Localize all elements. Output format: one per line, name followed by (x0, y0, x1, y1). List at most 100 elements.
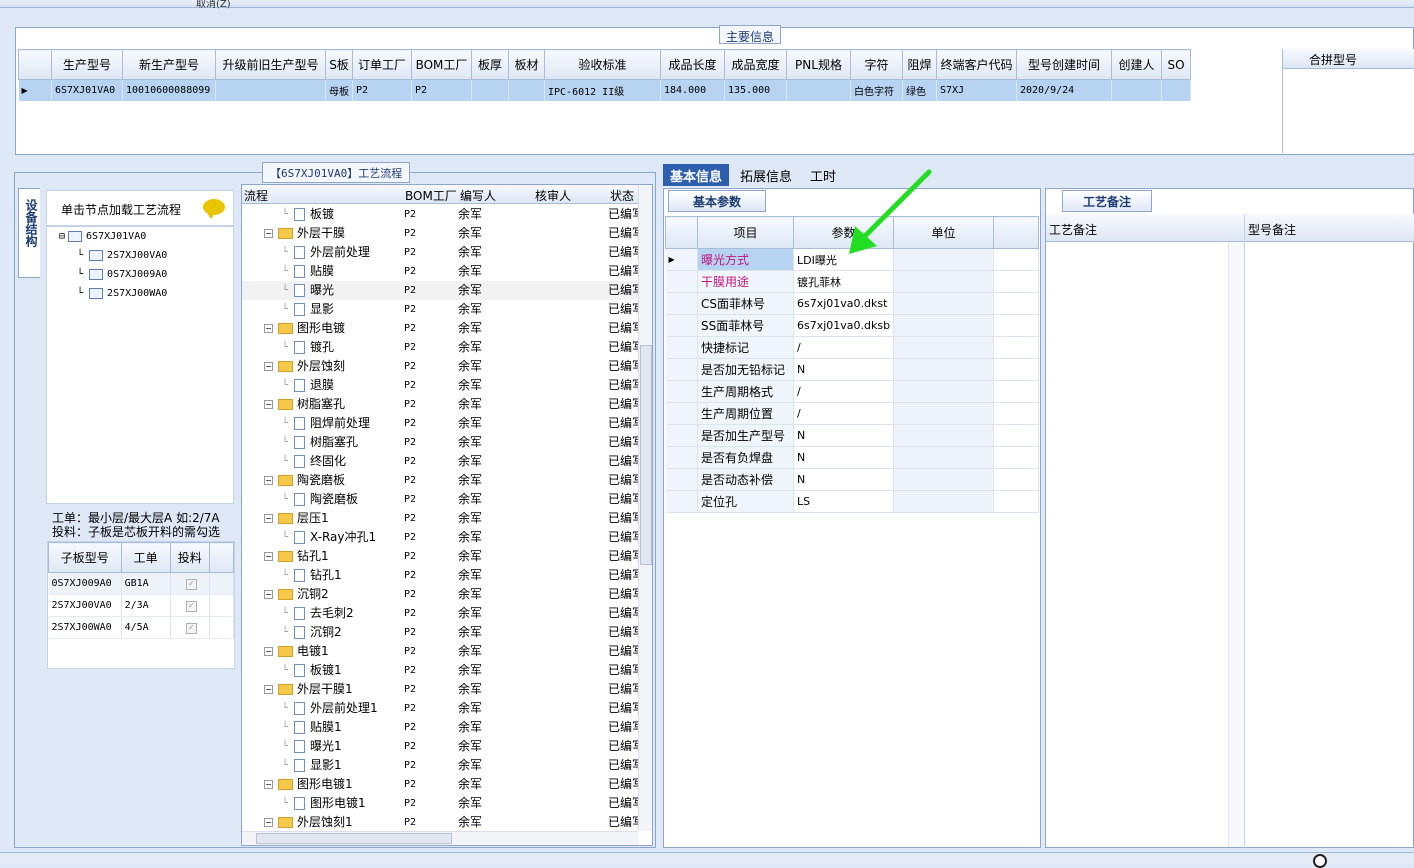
tab-basic-info[interactable]: 基本信息 (663, 164, 730, 186)
prod-cell[interactable]: 绿色 (902, 79, 937, 101)
prod-col-header[interactable]: 成品长度 (660, 49, 725, 80)
table-row[interactable]: 是否有负焊盘 N (665, 446, 1039, 469)
prod-cell[interactable]: 10010600088099 (122, 79, 216, 101)
collapse-icon[interactable]: − (264, 324, 273, 333)
collapse-icon[interactable]: − (264, 362, 273, 371)
table-row[interactable]: 是否加生产型号 N (665, 424, 1039, 447)
vertical-scroll-thumb[interactable] (640, 345, 652, 565)
flow-row[interactable]: └ 曝光1 P2 余军 已编写 (242, 737, 644, 756)
prod-col-header[interactable]: 板厚 (471, 49, 509, 80)
sub-check-cell[interactable]: ✓ (170, 572, 210, 595)
prod-cell[interactable] (215, 79, 326, 101)
param-value-cell[interactable]: N (793, 446, 894, 469)
prod-col-header[interactable]: 成品宽度 (724, 49, 787, 80)
sub-order-cell[interactable]: 2/3A (121, 594, 171, 617)
param-value-cell[interactable]: / (793, 336, 894, 359)
table-row[interactable]: ▶ 6S7XJ01VA0 10010600088099 母板 P2 P2 IPC-6012 … (18, 79, 1191, 101)
prod-cell[interactable]: P2 (352, 79, 412, 101)
cancel-button[interactable]: 取消(Z) (196, 0, 231, 10)
flow-row[interactable]: └ 贴膜1 P2 余军 已编写 (242, 718, 644, 737)
prod-cell[interactable]: IPC-6012 II级 (544, 79, 661, 101)
prod-col-header[interactable]: 创建人 (1111, 49, 1162, 80)
param-unit-cell[interactable] (893, 490, 994, 513)
table-row[interactable]: 是否动态补偿 N (665, 468, 1039, 491)
flow-row[interactable]: └ 显影 P2 余军 已编写 (242, 300, 644, 319)
collapse-icon[interactable]: − (264, 590, 273, 599)
collapse-icon[interactable]: − (264, 685, 273, 694)
flow-row[interactable]: └ 外层前处理 P2 余军 已编写 (242, 243, 644, 262)
param-value-cell[interactable]: 6s7xj01va0.dkst (793, 292, 894, 315)
flow-row[interactable]: └ 终固化 P2 余军 已编写 (242, 452, 644, 471)
prod-col-header[interactable]: 生产型号 (51, 49, 123, 80)
prod-col-header[interactable]: 升级前旧生产型号 (215, 49, 326, 80)
table-row[interactable]: 2S7XJ00WA0 4/5A ✓ (48, 616, 235, 639)
sub-order-cell[interactable]: GB1A (121, 572, 171, 595)
param-unit-cell[interactable] (893, 336, 994, 359)
flow-row[interactable]: − 外层干膜1 P2 余军 已编写 (242, 680, 644, 699)
sub-order-cell[interactable]: 4/5A (121, 616, 171, 639)
tree-child-node[interactable]: └ 2S7XJ00VA0 (77, 248, 167, 264)
collapse-icon[interactable]: − (264, 552, 273, 561)
flow-row[interactable]: └ 贴膜 P2 余军 已编写 (242, 262, 644, 281)
prod-col-header[interactable]: 新生产型号 (122, 49, 216, 80)
flow-row[interactable]: − 层压1 P2 余军 已编写 (242, 509, 644, 528)
flow-row[interactable]: − 钻孔1 P2 余军 已编写 (242, 547, 644, 566)
flow-row[interactable]: − 电镀1 P2 余军 已编写 (242, 642, 644, 661)
prod-col-header[interactable]: 验收标准 (544, 49, 661, 80)
tree-root-node[interactable]: ⊟ 6S7XJ01VA0 (59, 229, 146, 245)
param-value-cell[interactable]: 镀孔菲林 (793, 270, 894, 293)
horizontal-scroll-thumb[interactable] (256, 833, 452, 844)
prod-cell[interactable]: 白色字符 (850, 79, 903, 101)
param-value-cell[interactable]: 6s7xj01va0.dksb (793, 314, 894, 337)
flow-row[interactable]: └ 图形电镀1 P2 余军 已编写 (242, 794, 644, 813)
table-row[interactable]: 是否加无铅标记 N (665, 358, 1039, 381)
param-unit-cell[interactable] (893, 358, 994, 381)
sub-model-cell[interactable]: 2S7XJ00VA0 (48, 594, 122, 617)
flow-row[interactable]: └ 显影1 P2 余军 已编写 (242, 756, 644, 775)
prod-col-header[interactable]: 板材 (508, 49, 545, 80)
flow-row[interactable]: └ 阻焊前处理 P2 余军 已编写 (242, 414, 644, 433)
flow-row[interactable]: └ 板镀 P2 余军 已编写 (242, 205, 644, 224)
prod-cell[interactable] (508, 79, 545, 101)
prod-cell[interactable]: P2 (411, 79, 472, 101)
prod-col-header[interactable]: 型号创建时间 (1016, 49, 1112, 80)
collapse-icon[interactable]: − (264, 647, 273, 656)
flow-row[interactable]: − 陶瓷磨板 P2 余军 已编写 (242, 471, 644, 490)
prod-cell[interactable]: 2020/9/24 (1016, 79, 1112, 101)
prod-col-header[interactable]: 阻焊 (902, 49, 937, 80)
tree-child-node[interactable]: └ 2S7XJ00WA0 (77, 286, 167, 302)
table-row[interactable]: 定位孔 LS (665, 490, 1039, 513)
tree-child-node[interactable]: └ 0S7XJ009A0 (77, 267, 167, 283)
flow-row[interactable]: └ 退膜 P2 余军 已编写 (242, 376, 644, 395)
collapse-icon[interactable]: − (264, 514, 273, 523)
table-row[interactable]: CS面菲林号 6s7xj01va0.dkst (665, 292, 1039, 315)
collapse-icon[interactable]: − (264, 229, 273, 238)
flow-row[interactable]: − 树脂塞孔 P2 余军 已编写 (242, 395, 644, 414)
table-row[interactable]: 生产周期位置 / (665, 402, 1039, 425)
sub-check-cell[interactable]: ✓ (170, 594, 210, 617)
prod-cell[interactable] (786, 79, 851, 101)
param-unit-cell[interactable] (893, 468, 994, 491)
param-unit-cell[interactable] (893, 292, 994, 315)
flow-row[interactable]: └ 镀孔 P2 余军 已编写 (242, 338, 644, 357)
table-row[interactable]: 0S7XJ009A0 GB1A ✓ (48, 572, 235, 595)
flow-row[interactable]: └ 曝光 P2 余军 已编写 (242, 281, 644, 300)
table-row[interactable]: 快捷标记 / (665, 336, 1039, 359)
craft-scrollbar[interactable] (1228, 242, 1244, 847)
tab-basic-params[interactable]: 基本参数 (668, 190, 767, 212)
tab-work-hours[interactable]: 工时 (803, 164, 843, 186)
param-unit-cell[interactable] (893, 402, 994, 425)
param-value-cell[interactable]: / (793, 402, 894, 425)
param-value-cell[interactable]: LS (793, 490, 894, 513)
checkbox[interactable]: ✓ (185, 622, 197, 634)
prod-col-header[interactable]: SO (1161, 49, 1191, 80)
prod-col-header[interactable]: 终端客户代码 (936, 49, 1017, 80)
flow-row[interactable]: └ 钻孔1 P2 余军 已编写 (242, 566, 644, 585)
flow-row[interactable]: └ 树脂塞孔 P2 余军 已编写 (242, 433, 644, 452)
collapse-icon[interactable]: − (264, 818, 273, 827)
flow-row[interactable]: └ 板镀1 P2 余军 已编写 (242, 661, 644, 680)
sub-model-cell[interactable]: 2S7XJ00WA0 (48, 616, 122, 639)
prod-cell[interactable]: 184.000 (660, 79, 725, 101)
param-col-header[interactable]: 项目 (697, 216, 794, 249)
param-unit-cell[interactable] (893, 380, 994, 403)
